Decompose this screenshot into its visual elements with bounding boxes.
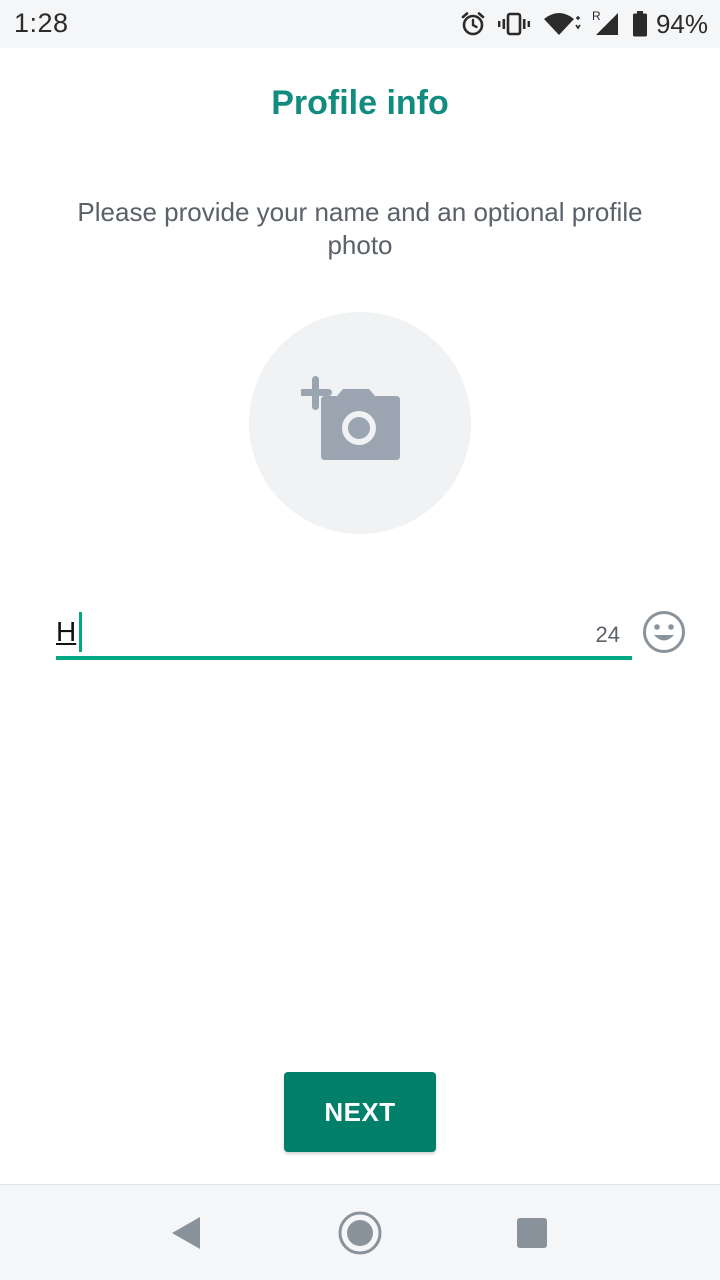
alarm-icon xyxy=(460,11,486,37)
home-button[interactable] xyxy=(334,1207,386,1259)
name-field[interactable]: H 24 xyxy=(56,608,632,660)
emoji-icon xyxy=(643,611,685,653)
intro-text: Please provide your name and an optional… xyxy=(77,197,643,260)
status-icons: R 94% xyxy=(448,0,708,48)
network-label: R xyxy=(591,9,601,23)
next-button[interactable]: NEXT xyxy=(284,1072,436,1152)
recents-button[interactable] xyxy=(506,1207,558,1259)
battery-percent: 94% xyxy=(655,8,708,39)
battery-icon xyxy=(632,11,648,37)
home-icon xyxy=(338,1211,382,1255)
profile-photo-button[interactable] xyxy=(249,312,471,534)
cell-signal-icon: R xyxy=(591,9,620,37)
back-icon xyxy=(172,1217,200,1249)
recents-icon xyxy=(517,1218,547,1248)
navigation-bar xyxy=(0,1184,720,1280)
status-time: 1:28 xyxy=(14,8,69,38)
vibrate-icon xyxy=(497,11,530,37)
add-camera-icon xyxy=(301,376,400,460)
text-caret xyxy=(79,612,82,652)
emoji-button[interactable] xyxy=(640,608,688,656)
page-title: Profile info xyxy=(271,84,449,122)
remaining-char-count: 24 xyxy=(595,622,620,647)
status-bar: 1:28 R 94% xyxy=(0,0,720,48)
name-input[interactable]: H xyxy=(56,616,76,648)
back-button[interactable] xyxy=(160,1207,212,1259)
wifi-icon xyxy=(542,11,582,37)
